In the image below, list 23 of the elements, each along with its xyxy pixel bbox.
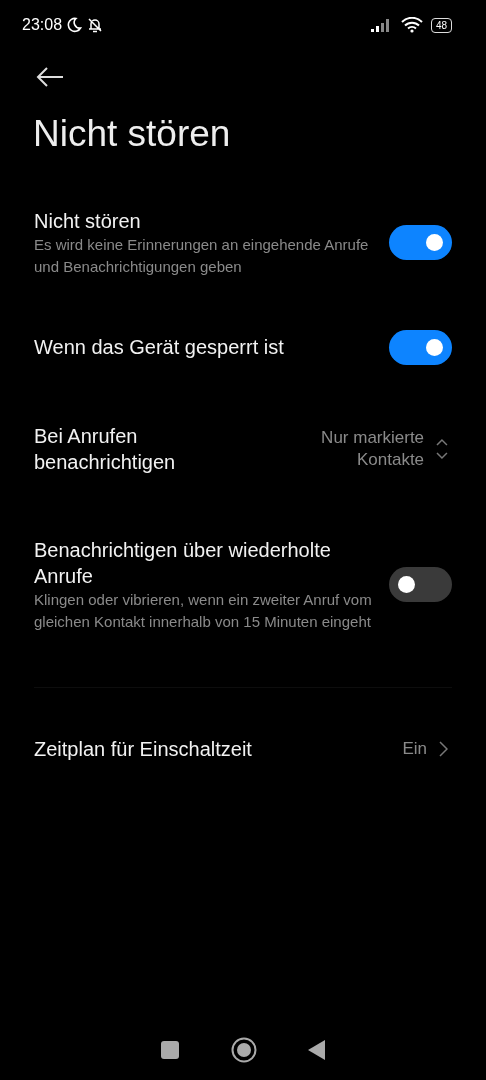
wifi-icon [400, 17, 423, 33]
setting-label: Wenn das Gerät gesperrt ist [34, 335, 285, 360]
back-icon[interactable] [307, 1040, 325, 1060]
setting-description: Es wird keine Erinnerungen an eingehende Anrufe und Benachrichtigungen geben [34, 234, 370, 277]
toggle-switch[interactable] [389, 329, 452, 365]
setting-description: Klingen oder vibrieren, wenn ein zweiter Anruf vom gleichen Kontakt innerhalb von 15 Minuten eingeht [34, 589, 373, 632]
home-icon[interactable] [230, 1037, 257, 1063]
recents-icon[interactable] [161, 1041, 180, 1059]
setting-label: Nicht stören [34, 208, 142, 234]
chevron-right-icon[interactable] [439, 740, 448, 757]
page-title: Nicht stören [33, 112, 232, 156]
setting-label: Bei Anrufen benachrichtigen [34, 423, 177, 475]
moon-icon [66, 17, 83, 33]
setting-label: Zeitplan für Einschaltzeit [34, 736, 253, 762]
setting-value: Nur markierte Kontakte [320, 426, 425, 471]
battery-indicator: 48 [430, 17, 452, 33]
up-down-chevron-icon[interactable] [436, 437, 448, 460]
clock: 23:08 [22, 15, 63, 35]
toggle-switch[interactable] [389, 225, 452, 260]
toggle-switch[interactable] [389, 567, 452, 602]
setting-label: Benachrichtigen über wiederholte Anrufe [34, 537, 332, 589]
back-icon[interactable] [36, 66, 64, 87]
setting-value: Ein [402, 737, 427, 760]
